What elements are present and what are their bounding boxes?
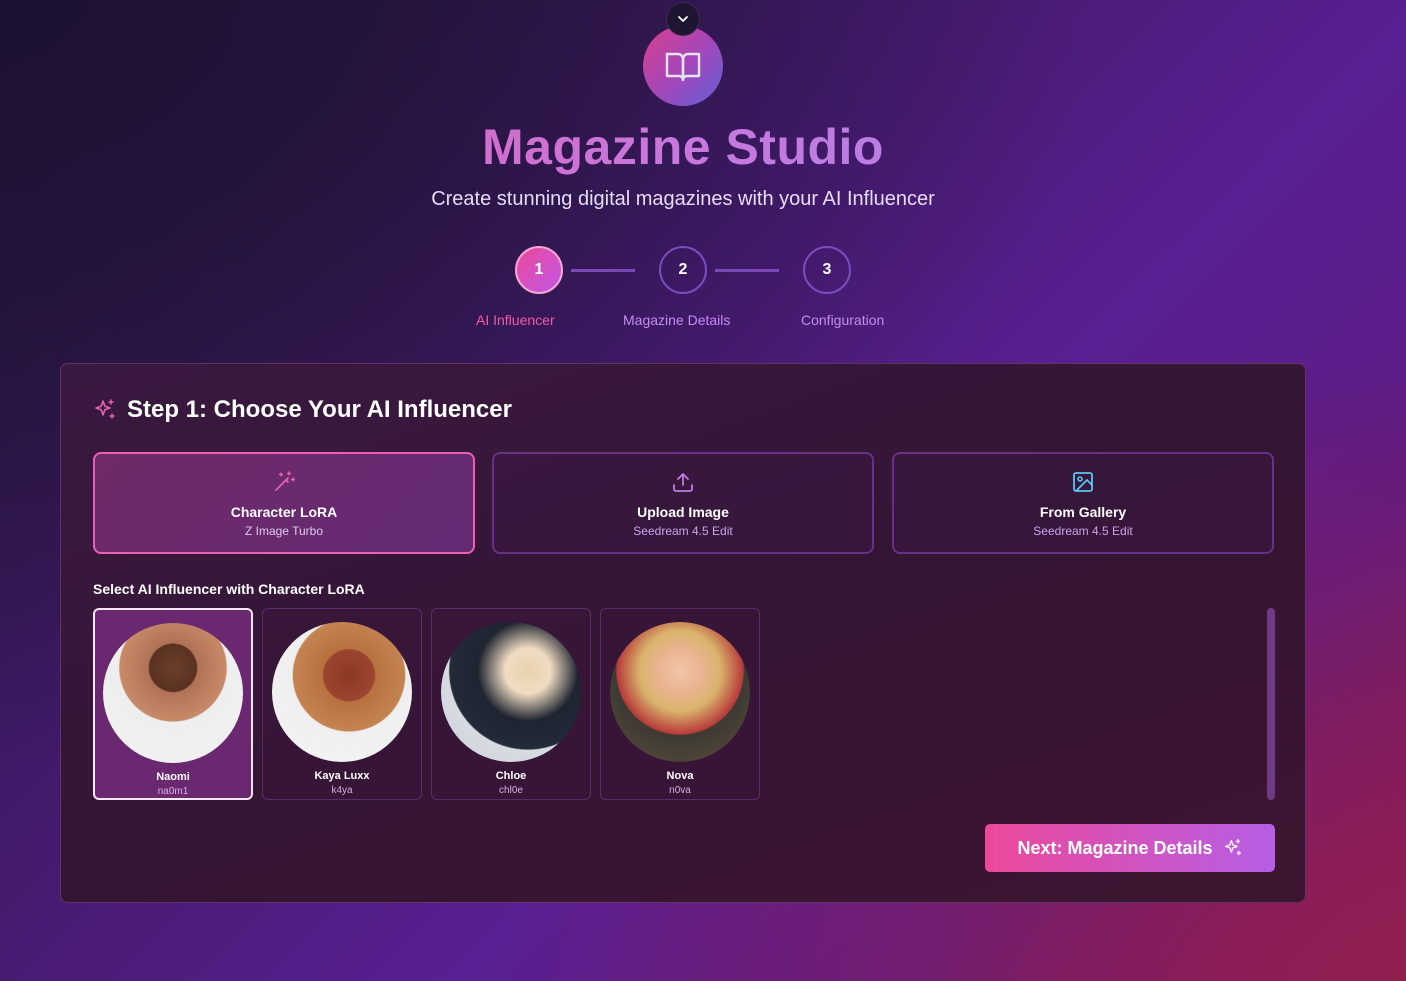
- avatar: [272, 622, 412, 762]
- method-subtitle: Seedream 4.5 Edit: [633, 524, 733, 538]
- page-subtitle: Create stunning digital magazines with y…: [431, 188, 935, 210]
- section-label: Select AI Influencer with Character LoRA: [93, 581, 365, 597]
- step-card-title-text: Step 1: Choose Your AI Influencer: [127, 396, 512, 423]
- stepper: 1 2 3 AI Influencer Magazine Details Con…: [0, 246, 1366, 336]
- step-1-label: AI Influencer: [476, 312, 555, 328]
- app-logo: [643, 26, 723, 106]
- influencer-handle: k4ya: [331, 785, 353, 796]
- method-upload-image[interactable]: Upload Image Seedream 4.5 Edit: [492, 452, 874, 554]
- method-name: From Gallery: [1039, 504, 1127, 520]
- step-2-label: Magazine Details: [623, 312, 731, 328]
- step-1-circle[interactable]: 1: [515, 246, 563, 294]
- influencer-card-nova[interactable]: Nova n0va: [600, 608, 760, 800]
- influencer-name: Kaya Luxx: [314, 770, 370, 782]
- influencer-handle: chl0e: [499, 785, 523, 796]
- page-title: Magazine Studio: [0, 118, 1366, 176]
- step-3-circle[interactable]: 3: [803, 246, 851, 294]
- upload-icon: [673, 473, 693, 492]
- method-subtitle: Seedream 4.5 Edit: [1033, 524, 1133, 538]
- influencer-card-kaya-luxx[interactable]: Kaya Luxx k4ya: [262, 608, 422, 800]
- method-from-gallery[interactable]: From Gallery Seedream 4.5 Edit: [892, 452, 1274, 554]
- book-open-icon: [665, 52, 701, 82]
- method-character-lora[interactable]: Character LoRA Z Image Turbo: [93, 452, 475, 554]
- sparkles-icon: [95, 399, 115, 419]
- avatar: [103, 623, 243, 763]
- method-subtitle: Z Image Turbo: [244, 524, 324, 538]
- influencer-card-chloe[interactable]: Chloe chl0e: [431, 608, 591, 800]
- step-card: Step 1: Choose Your AI Influencer Charac…: [60, 363, 1306, 903]
- influencer-name: Naomi: [156, 771, 190, 783]
- next-magazine-details-button[interactable]: Next: Magazine Details: [985, 824, 1275, 872]
- avatar: [441, 622, 581, 762]
- step-2-circle[interactable]: 2: [659, 246, 707, 294]
- influencer-handle: na0m1: [157, 786, 189, 797]
- influencer-list-scrollbar[interactable]: [1267, 608, 1275, 800]
- avatar: [610, 622, 750, 762]
- image-icon: [1073, 472, 1093, 492]
- step-connector: [571, 269, 635, 272]
- step-3-label: Configuration: [801, 312, 885, 328]
- method-name: Character LoRA: [230, 504, 338, 520]
- influencer-handle: n0va: [669, 785, 691, 796]
- step-connector: [715, 269, 779, 272]
- next-button-label: Next: Magazine Details: [1017, 837, 1213, 858]
- collapse-button[interactable]: [666, 2, 700, 36]
- method-name: Upload Image: [637, 504, 729, 520]
- step-card-title: Step 1: Choose Your AI Influencer: [93, 396, 512, 424]
- sparkles-icon: [1224, 839, 1241, 856]
- influencer-name: Nova: [666, 770, 694, 782]
- influencer-card-naomi[interactable]: Naomi na0m1: [93, 608, 253, 800]
- influencer-name: Chloe: [495, 770, 527, 782]
- chevron-down-icon: [678, 16, 688, 22]
- magic-wand-icon: [275, 471, 296, 491]
